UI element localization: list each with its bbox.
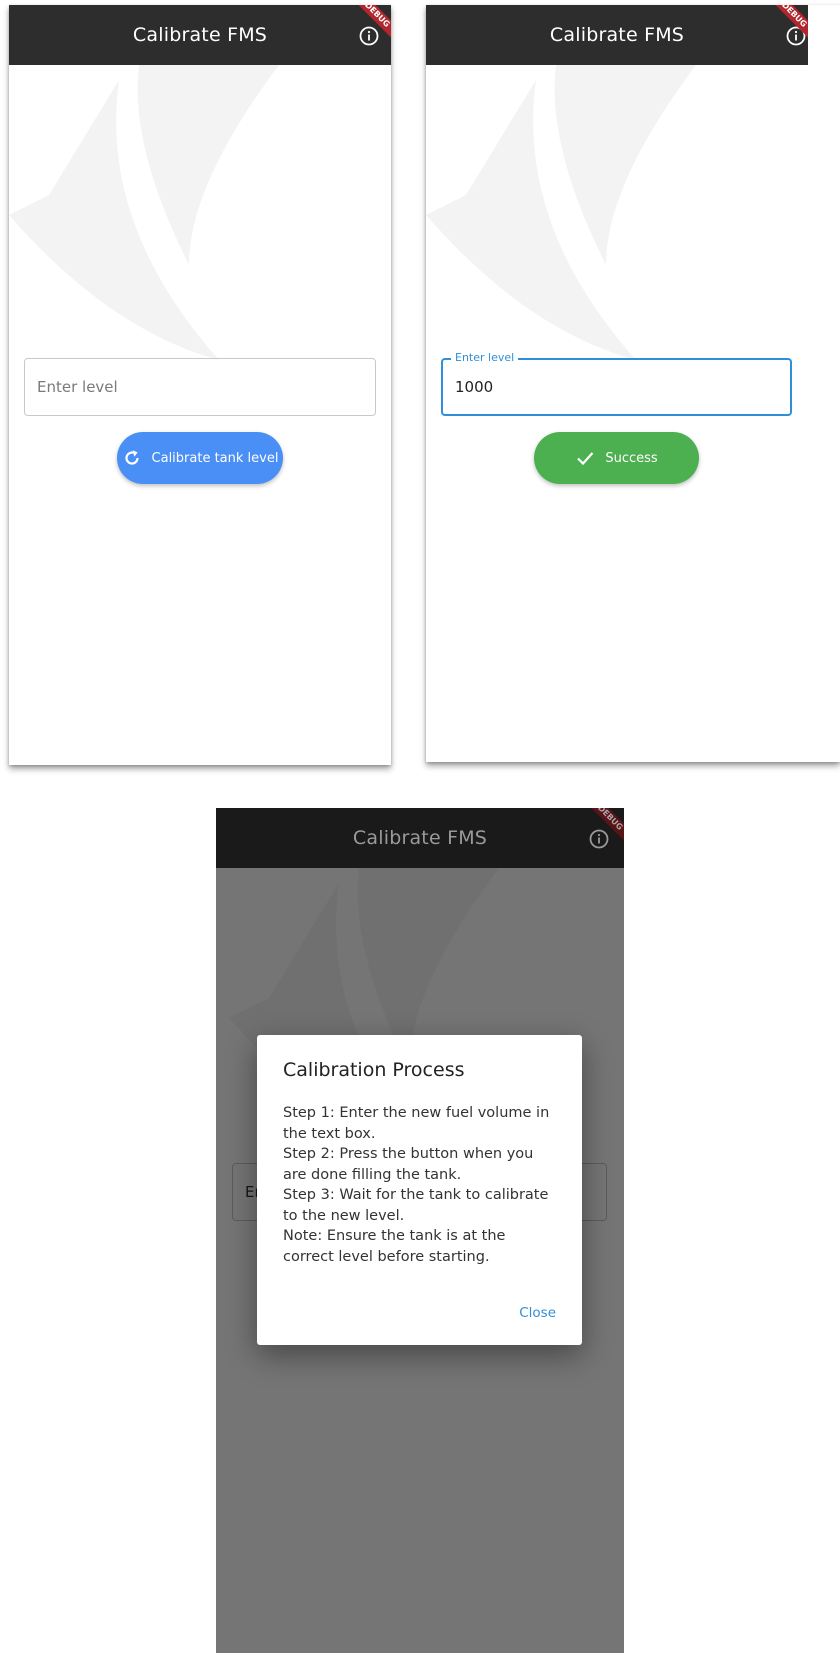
watermark-logo [426, 65, 696, 360]
dialog-line: Step 3: Wait for the tank to calibrate [283, 1187, 549, 1203]
watermark-logo [9, 65, 279, 360]
level-input[interactable] [443, 360, 790, 414]
debug-banner: DEBUG [584, 808, 624, 848]
dialog-line: are done filling the tank. [283, 1166, 462, 1183]
screen-dialog: Calibrate FMS DEBUG Er Calibration Proce… [216, 808, 624, 1653]
app-title: Calibrate FMS [352, 827, 488, 849]
app-bar: Calibrate FMS [216, 808, 624, 868]
calibrate-tank-level-button[interactable]: Calibrate tank level [117, 432, 283, 484]
calibration-process-dialog: Calibration Process Step 1: Enter the ne… [257, 1035, 582, 1345]
level-input-field[interactable] [24, 358, 376, 416]
dialog-title: Calibration Process [283, 1059, 465, 1081]
close-button[interactable]: Close [519, 1305, 556, 1321]
check-icon [577, 452, 594, 466]
dialog-line: Note: Ensure the tank is at the [283, 1228, 506, 1244]
dialog-line: Step 1: Enter the new fuel volume in [283, 1105, 550, 1121]
level-input-label: Enter level [451, 351, 519, 364]
screen-initial: Calibrate FMS DEBUG Calibrate tank level [9, 5, 391, 765]
dialog-content: Step 1: Enter the new fuel volume in the… [283, 1103, 556, 1267]
app-bar: Calibrate FMS [426, 5, 808, 65]
dialog-line: the text box. [283, 1125, 376, 1142]
calibrate-button-label: Calibrate tank level [151, 450, 279, 466]
app-bar: Calibrate FMS [9, 5, 391, 65]
debug-banner: DEBUG [768, 5, 808, 45]
dialog-line: Step 2: Press the button when you [283, 1146, 534, 1162]
dialog-line: to the new level. [283, 1207, 405, 1224]
level-input[interactable] [25, 359, 375, 415]
app-title: Calibrate FMS [132, 24, 268, 46]
dialog-line: correct level before starting. [283, 1248, 490, 1265]
refresh-icon [124, 450, 139, 465]
success-button[interactable]: Success [534, 432, 699, 484]
debug-banner: DEBUG [351, 5, 391, 45]
app-title: Calibrate FMS [549, 24, 685, 46]
success-button-label: Success [605, 450, 658, 466]
level-input-field[interactable]: Enter level [441, 351, 792, 416]
screen-success: Calibrate FMS DEBUG Enter level Success [426, 5, 840, 762]
